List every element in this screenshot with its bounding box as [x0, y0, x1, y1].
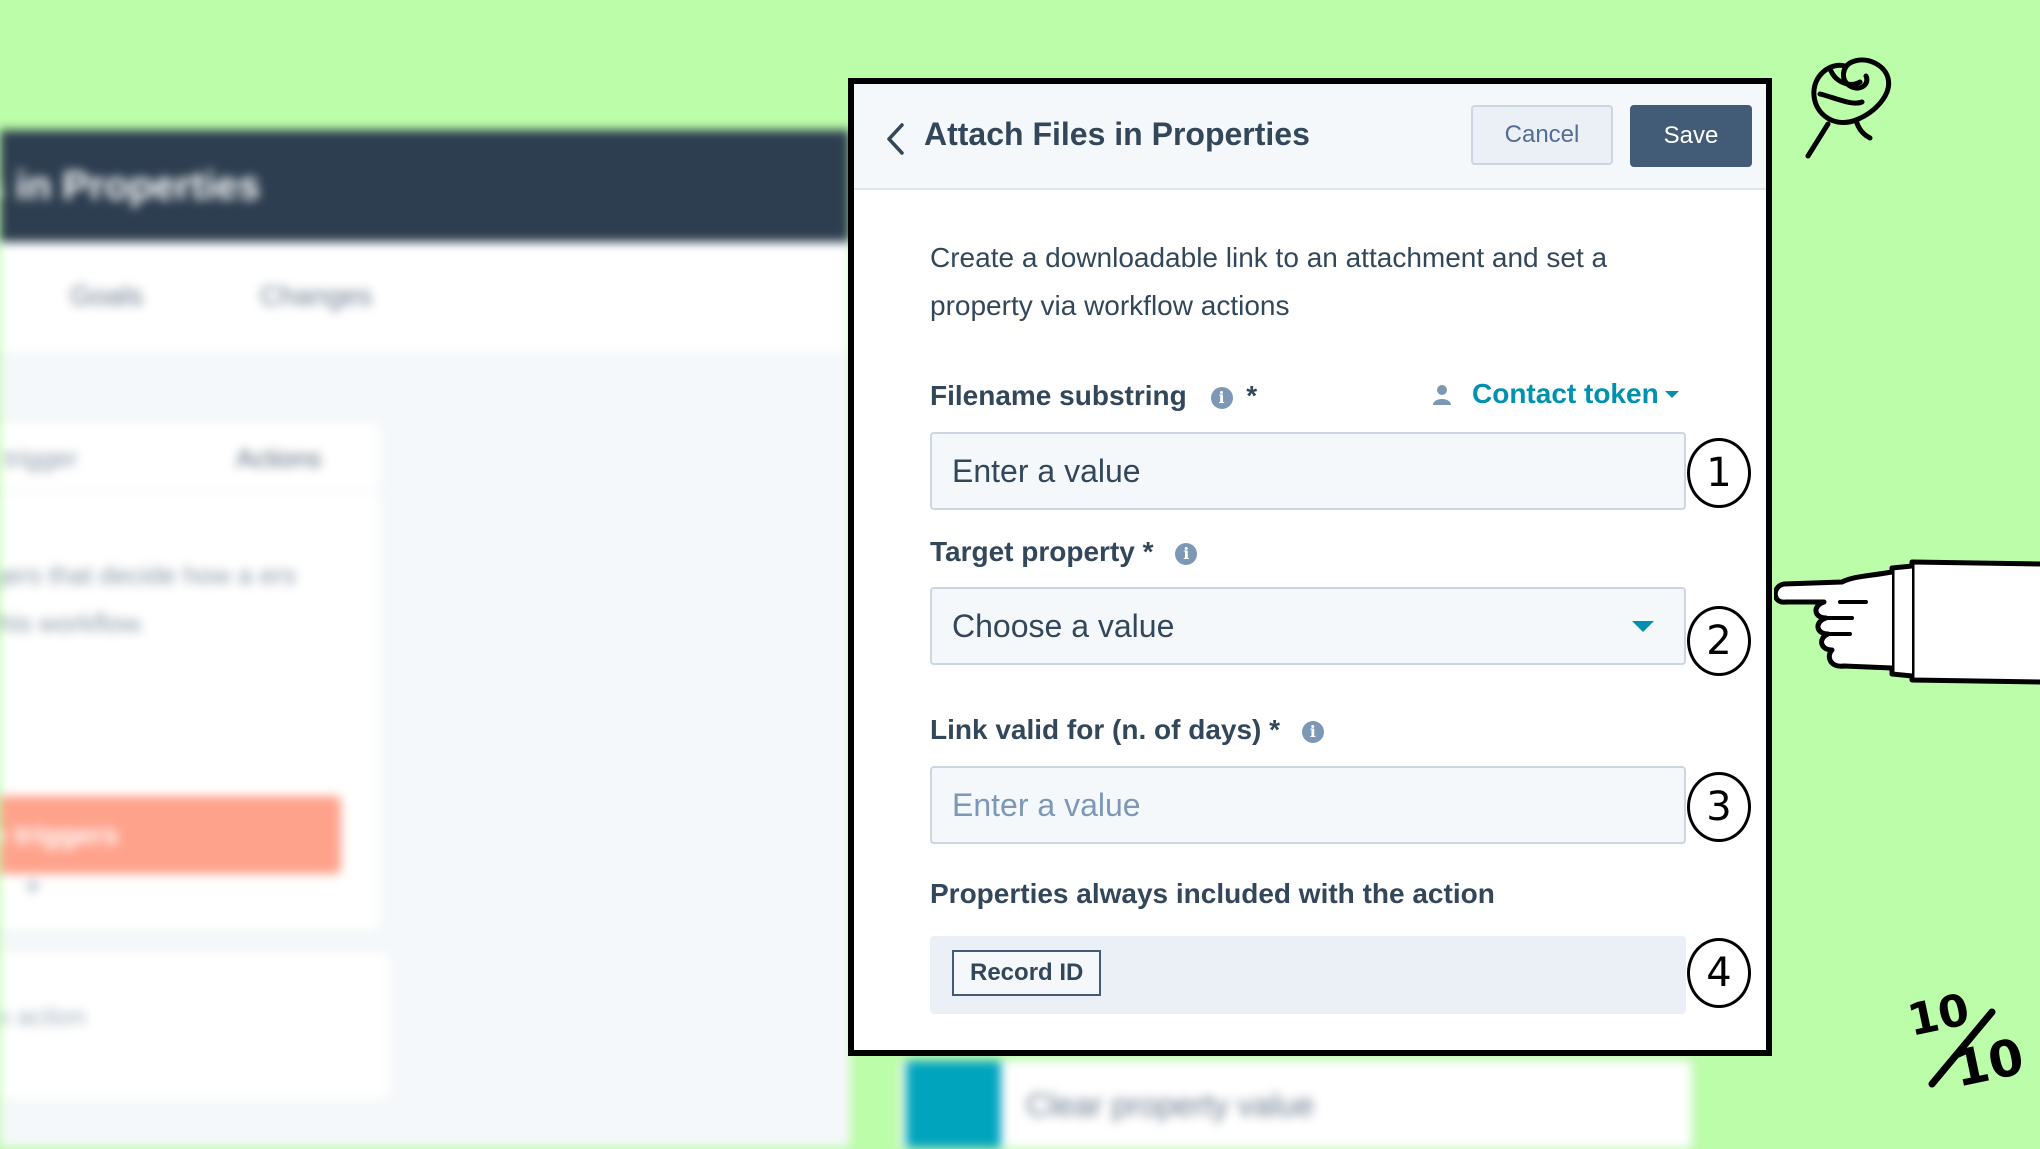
background-bottom-action: Clear property value — [900, 1060, 1692, 1149]
link-valid-label-text: Link valid for (n. of days) * — [930, 714, 1281, 745]
cancel-button[interactable]: Cancel — [1471, 105, 1613, 165]
annotation-badge-1: 1 — [1687, 438, 1751, 508]
annotation-badge-2: 2 — [1687, 606, 1751, 676]
background-card-header-right: Actions — [236, 443, 322, 473]
included-properties-label: Properties always included with the acti… — [930, 878, 1495, 909]
annotation-badge-3: 3 — [1687, 772, 1751, 842]
contact-token-label: Contact token — [1472, 378, 1659, 409]
target-property-value: Choose a value — [952, 608, 1175, 644]
attach-files-panel: Attach Files in Properties Cancel Save C… — [848, 78, 1772, 1056]
pointing-hand-icon — [1774, 559, 2040, 685]
included-properties-box: Record ID — [930, 936, 1686, 1014]
background-header: es in Properties — [0, 130, 850, 242]
caret-down-icon — [1632, 621, 1654, 632]
link-valid-input[interactable]: Enter a value — [930, 766, 1686, 844]
link-valid-label: Link valid for (n. of days) * i — [930, 714, 1324, 746]
background-tab-goals: Goals — [70, 280, 144, 311]
person-icon — [1433, 385, 1451, 405]
filename-label: Filename substring i * — [930, 380, 1257, 412]
background-card-header: l trigger Actions — [0, 421, 381, 492]
panel-description: Create a downloadable link to an attachm… — [930, 242, 1608, 321]
contact-token-dropdown[interactable]: Contact token — [1472, 378, 1679, 410]
panel-header: Attach Files in Properties Cancel Save — [854, 84, 1766, 190]
background-trigger-button: e triggers — [0, 796, 341, 874]
background-tabs: Goals Changes — [0, 242, 850, 352]
info-icon[interactable]: i — [1175, 543, 1198, 565]
filename-input[interactable]: Enter a value — [930, 432, 1686, 510]
filename-label-text: Filename substring — [930, 380, 1187, 411]
target-property-select[interactable]: Choose a value — [930, 587, 1686, 665]
background-bottom-action-text: Clear property value — [1026, 1087, 1315, 1123]
background-action-card-text: w action — [0, 1001, 87, 1031]
annotation-badge-4: 4 — [1687, 938, 1751, 1008]
background-card-header-left: l trigger — [0, 443, 78, 473]
info-icon[interactable]: i — [1210, 387, 1233, 409]
background-tab-changes: Changes — [260, 280, 373, 311]
target-property-label-text: Target property * — [930, 536, 1154, 567]
background-action-icon — [906, 1061, 1001, 1148]
background-action-card: w action — [0, 950, 392, 1102]
record-id-tag: Record ID — [952, 950, 1102, 996]
target-property-label: Target property * i — [930, 536, 1198, 568]
chevron-left-icon[interactable] — [884, 122, 908, 156]
save-button[interactable]: Save — [1630, 105, 1752, 167]
score-doodle: 10 10 — [1903, 984, 2028, 1100]
panel-title: Attach Files in Properties — [924, 116, 1310, 152]
background-app: es in Properties Goals Changes l trigger… — [0, 130, 850, 1147]
rose-doodle-icon — [1805, 57, 1892, 159]
chevron-down-icon — [1664, 391, 1679, 398]
required-marker: * — [1246, 380, 1258, 411]
info-icon[interactable]: i — [1301, 721, 1324, 743]
background-card-text: gers that decide how a ers this workflow… — [0, 560, 296, 638]
background-plus-icon: + — [24, 870, 42, 903]
background-trigger-card: l trigger Actions gers that decide how a… — [0, 420, 382, 932]
